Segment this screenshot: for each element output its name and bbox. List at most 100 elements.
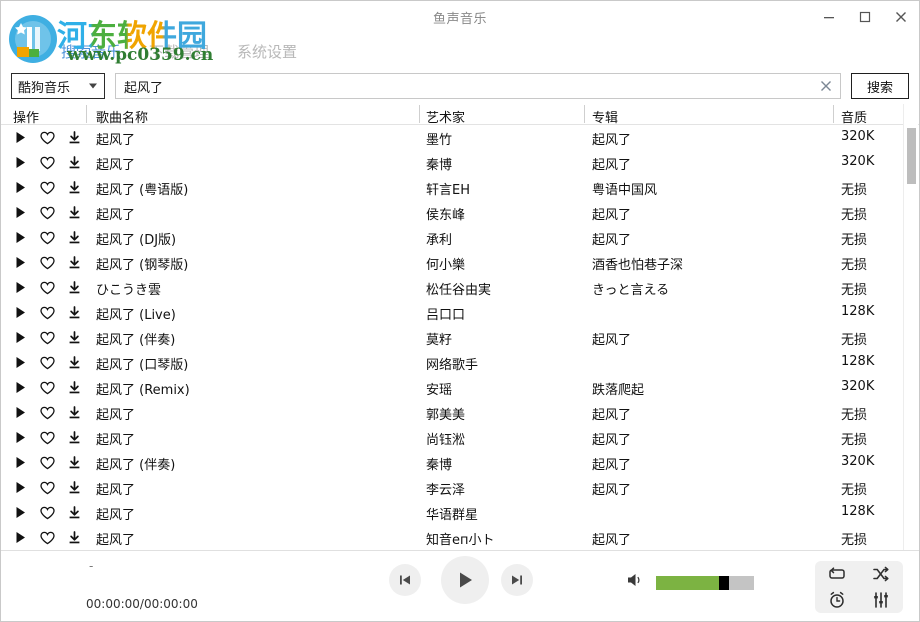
table-row[interactable]: 起风了李云泽起风了无损 [1,475,919,500]
alarm-timer-icon[interactable] [826,589,848,611]
play-icon[interactable] [13,330,28,345]
favorite-heart-icon[interactable] [40,355,55,370]
play-icon[interactable] [13,205,28,220]
next-track-button[interactable] [501,564,533,596]
table-row[interactable]: 起风了侯东峰起风了无损 [1,200,919,225]
download-icon[interactable] [67,330,82,345]
equalizer-icon[interactable] [870,589,892,611]
table-row[interactable]: 起风了 (Remix)安瑶跌落爬起320K [1,375,919,400]
maximize-button[interactable] [847,1,883,33]
table-row[interactable]: 起风了华语群星128K [1,500,919,525]
download-icon[interactable] [67,430,82,445]
column-header-song[interactable]: 歌曲名称 [96,107,148,126]
music-source-select[interactable]: 酷狗音乐 [11,73,105,99]
column-divider[interactable] [833,105,834,123]
favorite-heart-icon[interactable] [40,180,55,195]
table-row[interactable]: 起风了 (DJ版)承利起风了无损 [1,225,919,250]
search-button[interactable]: 搜索 [851,73,909,99]
favorite-heart-icon[interactable] [40,380,55,395]
table-row[interactable]: 起风了秦博起风了320K [1,150,919,175]
shuffle-icon[interactable] [870,563,892,585]
play-button[interactable] [441,556,489,604]
column-header-album[interactable]: 专辑 [592,107,618,126]
favorite-heart-icon[interactable] [40,205,55,220]
download-icon[interactable] [67,355,82,370]
table-row[interactable]: 起风了 (口琴版)网络歌手128K [1,350,919,375]
volume-icon[interactable] [626,571,644,589]
tab-system-settings[interactable]: 系统设置 [237,41,297,62]
play-icon[interactable] [13,130,28,145]
play-icon[interactable] [13,180,28,195]
close-button[interactable] [883,1,919,33]
download-icon[interactable] [67,255,82,270]
column-divider[interactable] [419,105,420,123]
download-icon[interactable] [67,305,82,320]
table-row[interactable]: 起风了 (伴奏)莫籽起风了无损 [1,325,919,350]
play-icon[interactable] [13,455,28,470]
play-icon[interactable] [13,255,28,270]
favorite-heart-icon[interactable] [40,130,55,145]
minimize-button[interactable] [811,1,847,33]
favorite-heart-icon[interactable] [40,305,55,320]
play-icon[interactable] [13,280,28,295]
table-row[interactable]: ひこうき雲松任谷由実きっと言える无损 [1,275,919,300]
download-icon[interactable] [67,230,82,245]
vertical-scrollbar[interactable] [903,104,918,553]
table-row[interactable]: 起风了郭美美起风了无损 [1,400,919,425]
favorite-heart-icon[interactable] [40,330,55,345]
download-icon[interactable] [67,130,82,145]
table-row[interactable]: 起风了 (伴奏)秦博起风了320K [1,450,919,475]
play-icon[interactable] [13,230,28,245]
download-icon[interactable] [67,380,82,395]
table-row[interactable]: 起风了 (粤语版)轩言EH粤语中国风无损 [1,175,919,200]
table-row[interactable]: 起风了尚钰淞起风了无损 [1,425,919,450]
favorite-heart-icon[interactable] [40,430,55,445]
download-icon[interactable] [67,205,82,220]
download-icon[interactable] [67,505,82,520]
tab-download-manager[interactable]: 下载管理 [149,41,209,62]
scrollbar-thumb[interactable] [907,128,916,184]
play-icon[interactable] [13,505,28,520]
favorite-heart-icon[interactable] [40,155,55,170]
table-row[interactable]: 起风了知音еп小ト起风了无损 [1,525,919,550]
column-divider[interactable] [86,105,87,123]
clear-icon[interactable] [812,74,840,98]
play-icon[interactable] [13,380,28,395]
search-input[interactable] [116,74,812,98]
column-header-operations[interactable]: 操作 [13,107,39,126]
column-header-artist[interactable]: 艺术家 [426,107,465,126]
download-icon[interactable] [67,455,82,470]
play-icon[interactable] [13,305,28,320]
favorite-heart-icon[interactable] [40,255,55,270]
favorite-heart-icon[interactable] [40,280,55,295]
play-icon[interactable] [13,480,28,495]
favorite-heart-icon[interactable] [40,455,55,470]
download-icon[interactable] [67,530,82,545]
download-icon[interactable] [67,180,82,195]
download-icon[interactable] [67,405,82,420]
play-icon[interactable] [13,405,28,420]
table-row[interactable]: 起风了墨竹起风了320K [1,125,919,150]
favorite-heart-icon[interactable] [40,505,55,520]
column-divider[interactable] [584,105,585,123]
favorite-heart-icon[interactable] [40,480,55,495]
play-icon[interactable] [13,155,28,170]
play-icon[interactable] [13,430,28,445]
download-icon[interactable] [67,155,82,170]
tab-search-music[interactable]: 搜索音乐 [61,41,121,62]
volume-handle[interactable] [719,576,729,590]
play-icon[interactable] [13,355,28,370]
repeat-icon[interactable] [826,563,848,585]
favorite-heart-icon[interactable] [40,230,55,245]
download-icon[interactable] [67,280,82,295]
table-row[interactable]: 起风了 (Live)吕口口128K [1,300,919,325]
play-icon[interactable] [13,530,28,545]
volume-slider[interactable] [656,576,754,590]
song-list[interactable]: 起风了墨竹起风了320K起风了秦博起风了320K起风了 (粤语版)轩言EH粤语中… [1,125,919,553]
download-icon[interactable] [67,480,82,495]
table-row[interactable]: 起风了 (钢琴版)何小樂酒香也怕巷子深无损 [1,250,919,275]
column-header-quality[interactable]: 音质 [841,107,867,126]
favorite-heart-icon[interactable] [40,405,55,420]
favorite-heart-icon[interactable] [40,530,55,545]
previous-track-button[interactable] [389,564,421,596]
